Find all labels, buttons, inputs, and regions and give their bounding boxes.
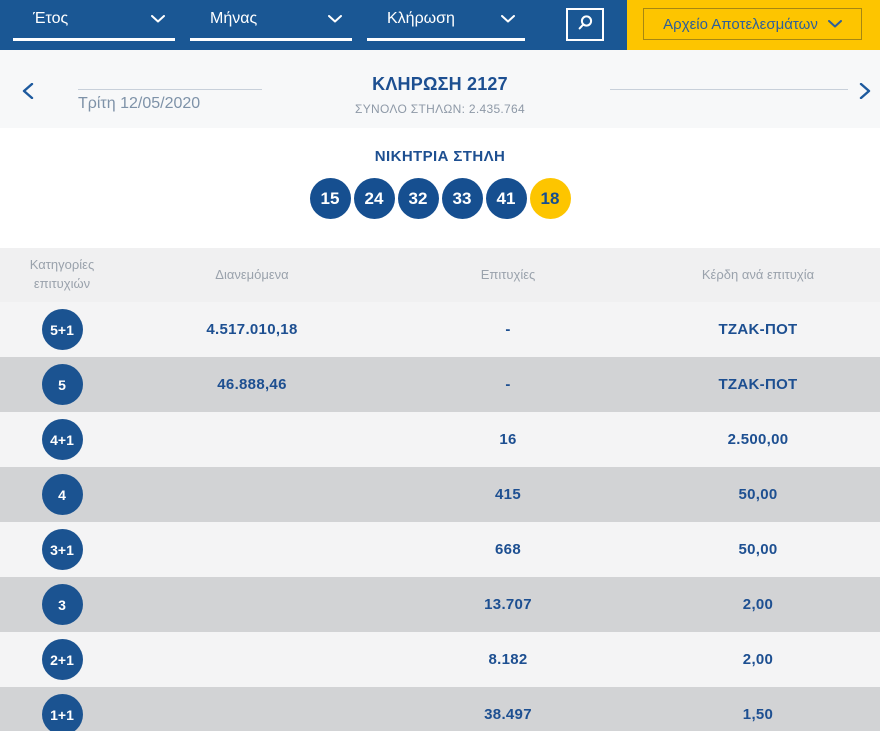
winners-value: - (380, 376, 636, 393)
distributed-value: 4.517.010,18 (124, 321, 380, 338)
category-badge: 2+1 (42, 639, 83, 680)
table-row: 3+1 668 50,00 (0, 522, 880, 577)
next-draw-button[interactable] (859, 83, 871, 102)
next-draw-divider (610, 89, 848, 90)
winning-column-section: ΝΙΚΗΤΡΙΑ ΣΤΗΛΗ 15 24 32 33 41 18 (0, 128, 880, 248)
category-badge: 5+1 (42, 309, 83, 350)
prize-value: 50,00 (636, 541, 880, 558)
category-badge: 4 (42, 474, 83, 515)
results-table-header: Κατηγορίες επιτυχιών Διανεμόμενα Επιτυχί… (0, 248, 880, 302)
table-row: 1+1 38.497 1,50 (0, 687, 880, 731)
category-badge: 3 (42, 584, 83, 625)
bonus-number-ball: 18 (530, 178, 571, 219)
distributed-value: 46.888,46 (124, 376, 380, 393)
winning-numbers: 15 24 32 33 41 18 (0, 178, 880, 219)
results-archive-button[interactable]: Αρχείο Αποτελεσμάτων (643, 8, 862, 40)
chevron-down-icon (328, 15, 342, 23)
table-row: 5 46.888,46 - ΤΖΑΚ-ΠΟΤ (0, 357, 880, 412)
filter-bar: Έτος Μήνας Κλήρωση (0, 0, 880, 50)
previous-draw-divider (78, 89, 262, 90)
winners-value: 38.497 (380, 706, 636, 723)
prize-value: ΤΖΑΚ-ΠΟΤ (636, 376, 880, 393)
table-row: 4 415 50,00 (0, 467, 880, 522)
category-badge: 5 (42, 364, 83, 405)
previous-draw-button[interactable] (22, 83, 34, 102)
header-categories: Κατηγορίες επιτυχιών (0, 256, 124, 294)
winners-value: 13.707 (380, 596, 636, 613)
table-row: 3 13.707 2,00 (0, 577, 880, 632)
year-dropdown-label: Έτος (33, 10, 68, 28)
table-row: 5+1 4.517.010,18 - ΤΖΑΚ-ΠΟΤ (0, 302, 880, 357)
winning-number-ball: 32 (398, 178, 439, 219)
winners-value: 8.182 (380, 651, 636, 668)
category-badge: 1+1 (42, 694, 83, 731)
winning-number-ball: 15 (310, 178, 351, 219)
year-dropdown[interactable]: Έτος (13, 0, 175, 41)
filter-bar-left: Έτος Μήνας Κλήρωση (0, 0, 627, 50)
table-row: 4+1 16 2.500,00 (0, 412, 880, 467)
chevron-down-icon (151, 15, 165, 23)
header-prize-per-winner: Κέρδη ανά επιτυχία (636, 266, 880, 285)
winning-number-ball: 33 (442, 178, 483, 219)
draw-dropdown[interactable]: Κλήρωση (367, 0, 525, 41)
category-badge: 3+1 (42, 529, 83, 570)
month-dropdown-label: Μήνας (210, 10, 257, 28)
winning-number-ball: 24 (354, 178, 395, 219)
results-archive-label: Αρχείο Αποτελεσμάτων (663, 16, 818, 33)
lottery-results-screen: Έτος Μήνας Κλήρωση (0, 0, 880, 731)
table-row: 2+1 8.182 2,00 (0, 632, 880, 687)
draw-navigation: Τρίτη 12/05/2020 ΚΛΗΡΩΣΗ 2127 ΣΥΝΟΛΟ ΣΤΗ… (0, 50, 880, 128)
draw-dropdown-label: Κλήρωση (387, 10, 455, 28)
winning-number-ball: 41 (486, 178, 527, 219)
prize-value: 2.500,00 (636, 431, 880, 448)
filter-bar-right: Αρχείο Αποτελεσμάτων (627, 0, 880, 50)
winning-column-heading: ΝΙΚΗΤΡΙΑ ΣΤΗΛΗ (0, 128, 880, 165)
prize-value: 1,50 (636, 706, 880, 723)
prize-value: ΤΖΑΚ-ΠΟΤ (636, 321, 880, 338)
winners-value: 415 (380, 486, 636, 503)
chevron-down-icon (501, 15, 515, 23)
winners-value: 16 (380, 431, 636, 448)
chevron-left-icon (22, 87, 34, 102)
draw-total-columns: ΣΥΝΟΛΟ ΣΤΗΛΩΝ: 2.435.764 (290, 102, 590, 116)
prize-value: 2,00 (636, 651, 880, 668)
current-draw-info: ΚΛΗΡΩΣΗ 2127 ΣΥΝΟΛΟ ΣΤΗΛΩΝ: 2.435.764 (290, 74, 590, 116)
category-badge: 4+1 (42, 419, 83, 460)
header-winners: Επιτυχίες (380, 266, 636, 285)
draw-title: ΚΛΗΡΩΣΗ 2127 (290, 74, 590, 95)
prize-value: 50,00 (636, 486, 880, 503)
winners-value: 668 (380, 541, 636, 558)
results-table: Κατηγορίες επιτυχιών Διανεμόμενα Επιτυχί… (0, 248, 880, 731)
search-button[interactable] (566, 8, 604, 41)
search-icon (575, 13, 595, 36)
prize-value: 2,00 (636, 596, 880, 613)
previous-draw-date[interactable]: Τρίτη 12/05/2020 (78, 95, 200, 113)
header-distributed: Διανεμόμενα (124, 266, 380, 285)
month-dropdown[interactable]: Μήνας (190, 0, 352, 41)
chevron-right-icon (859, 87, 871, 102)
winners-value: - (380, 321, 636, 338)
chevron-down-icon (828, 20, 842, 28)
